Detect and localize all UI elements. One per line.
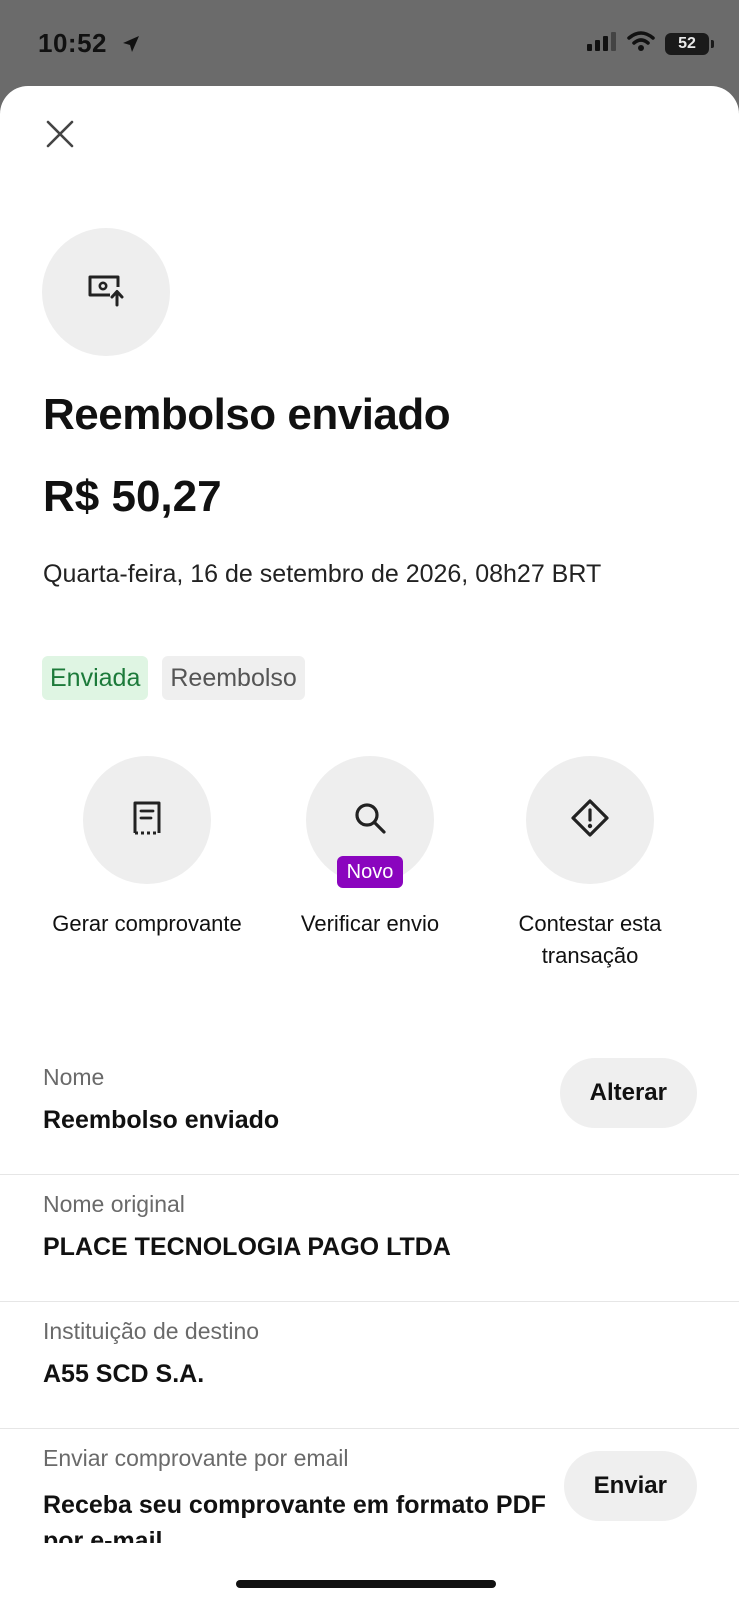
status-icons: 52 (587, 30, 714, 57)
battery-level: 52 (678, 34, 696, 52)
dispute-transaction-label: Contestar esta transação (518, 911, 662, 968)
wifi-icon (627, 30, 655, 57)
email-receipt-label: Enviar comprovante por email (43, 1445, 349, 1471)
home-indicator[interactable] (236, 1580, 496, 1588)
transaction-title: Reembolso enviado (43, 390, 451, 439)
transaction-amount: R$ 50,27 (43, 472, 222, 521)
receipt-icon (132, 800, 162, 841)
money-send-icon (86, 273, 126, 312)
transaction-date: Quarta-feira, 16 de setembro de 2026, 08… (43, 560, 602, 588)
new-badge: Novo (337, 856, 403, 888)
dispute-transaction-button[interactable]: Contestar esta transação (475, 756, 705, 972)
transaction-sheet: Reembolso enviado R$ 50,27 Quarta-feira,… (0, 86, 739, 1600)
name-label: Nome (43, 1064, 105, 1090)
close-icon (45, 119, 75, 154)
detail-row-institution: Instituição de destino A55 SCD S.A. (0, 1302, 739, 1429)
institution-value: A55 SCD S.A. (43, 1360, 205, 1388)
signal-icon (587, 31, 617, 56)
institution-label: Instituição de destino (43, 1318, 260, 1344)
verify-sending-circle[interactable]: Novo (306, 756, 434, 888)
warning-diamond-icon (570, 798, 610, 843)
original-name-label: Nome original (43, 1191, 185, 1217)
generate-receipt-button[interactable]: Gerar comprovante (32, 756, 262, 940)
status-bar: 10:52 52 (0, 0, 739, 88)
status-time: 10:52 (38, 28, 141, 61)
dispute-transaction-circle[interactable] (526, 756, 654, 884)
detail-row-name: Nome Reembolso enviado Alterar (0, 1048, 739, 1175)
details-list: Nome Reembolso enviado Alterar Nome orig… (0, 1048, 739, 1579)
close-button[interactable] (40, 116, 80, 156)
status-chips: Enviada Reembolso (42, 656, 305, 700)
action-buttons: Gerar comprovante Novo Verificar envio C… (0, 756, 739, 1016)
email-receipt-description: Receba seu comprovante em formato PDF po… (43, 1491, 546, 1543)
generate-receipt-circle[interactable] (83, 756, 211, 884)
send-email-button[interactable]: Enviar (563, 1451, 697, 1521)
detail-row-email-receipt: Enviar comprovante por email Receba seu … (0, 1429, 739, 1579)
original-name-value: PLACE TECNOLOGIA PAGO LTDA (43, 1233, 451, 1261)
clock-text: 10:52 (38, 28, 107, 58)
detail-row-original-name: Nome original PLACE TECNOLOGIA PAGO LTDA (0, 1175, 739, 1302)
status-badge: Enviada (42, 656, 149, 700)
battery-icon: 52 (665, 32, 714, 55)
generate-receipt-label: Gerar comprovante (52, 911, 242, 936)
verify-sending-label: Verificar envio (300, 911, 440, 936)
type-badge: Reembolso (162, 656, 305, 700)
change-name-button[interactable]: Alterar (559, 1058, 697, 1128)
search-icon (353, 801, 387, 840)
verify-sending-button[interactable]: Novo Verificar envio (255, 756, 485, 940)
name-value: Reembolso enviado (43, 1106, 280, 1134)
transaction-type-icon (42, 228, 170, 356)
location-arrow-icon (121, 30, 141, 61)
